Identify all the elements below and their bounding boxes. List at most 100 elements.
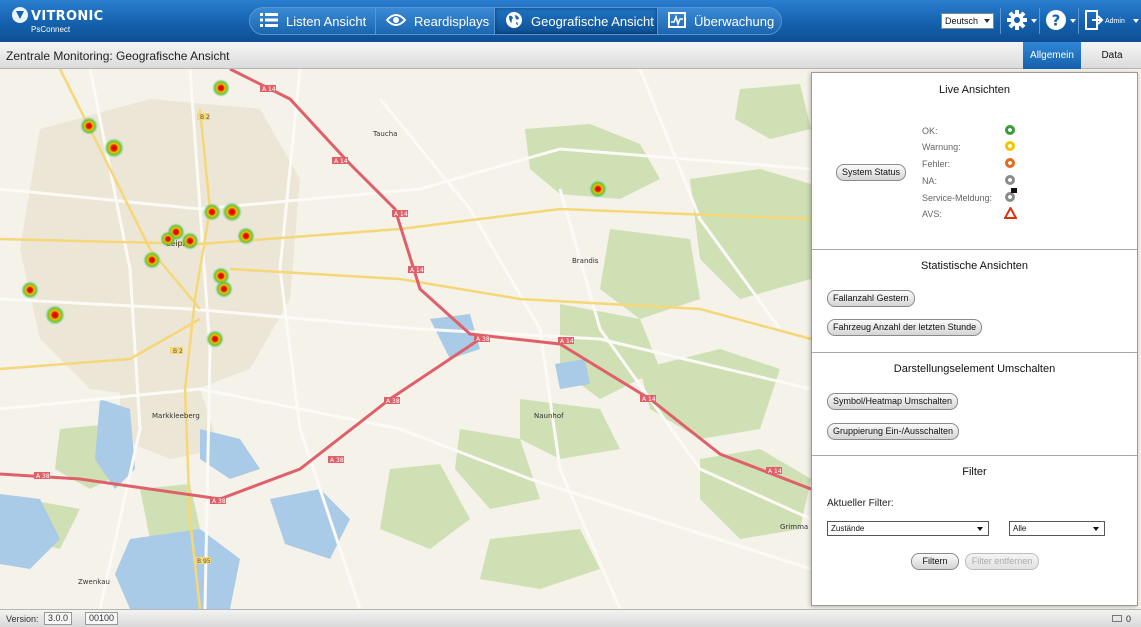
statistische-ansichten-section: Statistische Ansichten Fallanzahl Gester… [812,250,1137,353]
heatmap-marker[interactable] [104,138,124,158]
nav-tab-ueberwachung[interactable]: Überwachung [658,8,781,34]
road-label: A 38 [330,457,344,464]
logout-icon[interactable] [1085,9,1105,34]
filter-section: Filter Aktueller Filter: Zustände Alle F… [812,456,1137,605]
header-divider [1039,8,1040,34]
legend-label-avs: AVS: [922,209,942,219]
status-na-icon [1005,175,1015,185]
language-value: Deutsch [945,16,979,26]
gruppierung-toggle-button[interactable]: Gruppierung Ein-/Ausschalten [827,423,960,440]
version-value: 3.0.0 [44,612,73,625]
page-header: Zentrale Monitoring: Geografische Ansich… [0,42,1141,75]
place-label-markkleeberg: Markkleeberg [152,412,200,420]
settings-caret-icon [1031,19,1037,23]
user-name[interactable]: Admin [1105,18,1125,25]
legend-label-ok: OK: [922,126,938,136]
symbol-heatmap-toggle-button[interactable]: Symbol/Heatmap Umschalten [827,393,959,410]
chevron-down-icon [984,19,990,23]
legend-label-service: Service-Meldung: [922,193,993,203]
heatmap-marker[interactable] [222,202,242,222]
heatmap-marker[interactable] [45,305,65,325]
road-label: A 14 [334,158,348,165]
place-label-naunhof: Naunhof [534,412,564,420]
globe-icon [505,11,523,32]
status-warning-icon [1005,141,1015,151]
tab-allgemein[interactable]: Allgemein [1023,42,1081,75]
section-title: Live Ansichten [939,84,1010,96]
darstellungselement-section: Darstellungselement Umschalten Symbol/He… [812,353,1137,456]
product-name: PsConnect [31,25,71,34]
control-panel: Live Ansichten System Status OK: Warnung… [811,72,1138,606]
road-label: A 14 [642,396,656,403]
filter-entfernen-button[interactable]: Filter entfernen [965,553,1039,570]
help-icon[interactable]: ? [1045,9,1067,34]
heatmap-marker[interactable] [206,330,224,348]
fallanzahl-gestern-button[interactable]: Fallanzahl Gestern [827,290,915,307]
gear-icon[interactable] [1006,9,1028,34]
heatmap-marker[interactable] [212,79,230,97]
legend-label-warnung: Warnung: [922,142,961,152]
header-divider [1078,8,1079,34]
eye-icon [385,13,407,30]
filter-value-value: Alle [1013,524,1027,533]
nav-tab-geografische-ansicht[interactable]: Geografische Ansicht [495,8,658,34]
service-flag-icon [1011,188,1017,193]
place-label-zwenkau: Zwenkau [78,578,110,586]
heatmap-marker[interactable] [203,203,221,221]
tab-data[interactable]: Data [1084,42,1140,69]
nav-tab-label: Geografische Ansicht [531,13,654,29]
status-bar: Version: 3.0.0 00100 0 [0,609,1141,627]
version-label: Version: [6,614,39,624]
status-error-icon [1005,158,1015,168]
heatmap-marker[interactable] [80,117,98,135]
chevron-down-icon [1093,527,1099,531]
live-ansichten-section: Live Ansichten System Status OK: Warnung… [812,73,1137,250]
header-divider [1000,8,1001,34]
filter-type-value: Zustände [831,524,865,533]
heatmap-marker[interactable] [160,231,176,247]
message-envelope-icon[interactable] [1112,615,1122,622]
road-label: A 14 [560,338,574,345]
nav-tab-label: Überwachung [694,13,775,29]
current-filter-label: Aktueller Filter: [827,498,894,509]
heatmap-marker[interactable] [143,251,161,269]
page-title: Zentrale Monitoring: Geografische Ansich… [6,49,230,63]
brand-name: VITRONIC [31,9,104,24]
status-ok-icon [1005,125,1015,135]
heatmap-marker[interactable] [21,281,39,299]
road-label: A 38 [36,473,50,480]
heatmap-marker[interactable] [237,227,255,245]
legend-label-fehler: Fehler: [922,159,951,169]
top-navigation-bar: VITRONIC PsConnect Listen Ansicht Reardi… [0,0,1141,42]
nav-tab-reardisplays[interactable]: Reardisplays [376,8,495,34]
vitronic-logo-icon [12,7,28,23]
road-label: B 2 [173,348,183,355]
road-label: A 38 [386,398,400,405]
status-code: 00100 [85,612,119,625]
status-service-icon [1005,188,1017,202]
nav-tab-listen-ansicht[interactable]: Listen Ansicht [250,8,376,34]
section-title: Statistische Ansichten [920,260,1028,272]
language-select[interactable]: Deutsch [941,13,994,29]
system-status-button[interactable]: System Status [836,164,907,181]
road-label: B 95 [197,558,211,565]
heatmap-marker[interactable] [181,232,199,250]
road-label: A 14 [394,211,408,218]
fahrzeug-anzahl-button[interactable]: Fahrzeug Anzahl der letzten Stunde [827,319,983,336]
help-caret-icon [1070,19,1076,23]
road-label: A 38 [476,336,490,343]
filter-value-select[interactable]: Alle [1009,521,1105,536]
place-label-brandis: Brandis [572,257,599,265]
main-nav: Listen Ansicht Reardisplays Geografische… [249,7,782,35]
nav-tab-label: Listen Ansicht [286,13,367,29]
place-label-grimma: Grimma [780,523,808,531]
nav-tab-label: Reardisplays [414,13,490,29]
filtern-button[interactable]: Filtern [911,553,959,570]
road-label: A 38 [212,498,226,505]
filter-type-select[interactable]: Zustände [827,521,989,536]
heatmap-marker[interactable] [215,280,233,298]
urban-area [20,99,300,459]
avs-warning-triangle-icon [1003,205,1018,222]
heatmap-marker[interactable] [589,180,607,198]
place-label-taucha: Taucha [372,130,397,138]
